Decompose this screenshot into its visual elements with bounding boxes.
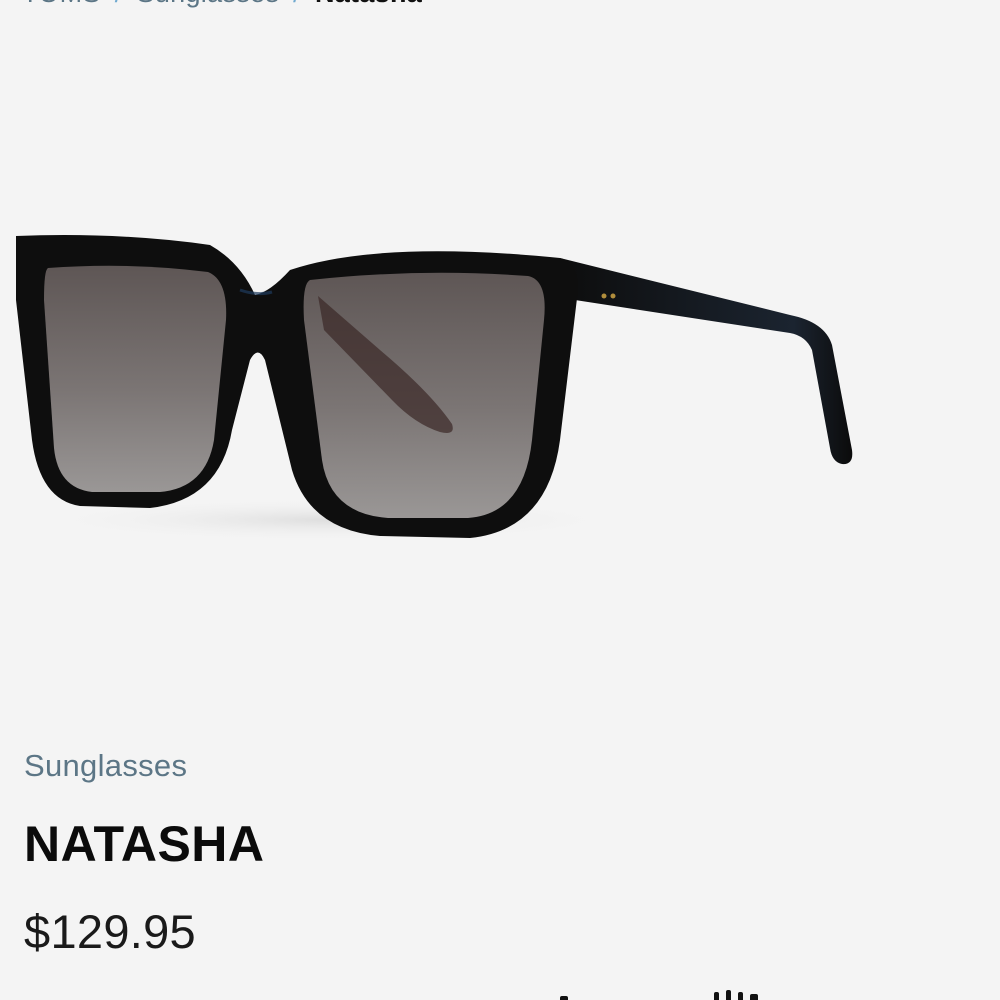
product-price: $129.95 xyxy=(24,905,196,958)
hinge-rivet xyxy=(610,293,616,299)
product-page: TOMS / Sunglasses / Natasha xyxy=(0,0,1000,1000)
product-name: NATASHA xyxy=(24,816,265,872)
breadcrumb: TOMS / Sunglasses / Natasha xyxy=(22,0,422,9)
product-image[interactable] xyxy=(0,200,880,560)
near-temple xyxy=(560,258,853,465)
left-lens xyxy=(44,265,227,492)
breadcrumb-link-sunglasses[interactable]: Sunglasses xyxy=(137,0,280,9)
breadcrumb-link-toms[interactable]: TOMS xyxy=(22,0,101,9)
breadcrumb-separator: / xyxy=(115,0,123,9)
cropped-text-fragment xyxy=(560,986,820,1000)
breadcrumb-current: Natasha xyxy=(315,0,422,9)
hinge-rivet xyxy=(601,293,607,299)
breadcrumb-separator: / xyxy=(293,0,301,9)
product-category[interactable]: Sunglasses xyxy=(24,748,187,784)
